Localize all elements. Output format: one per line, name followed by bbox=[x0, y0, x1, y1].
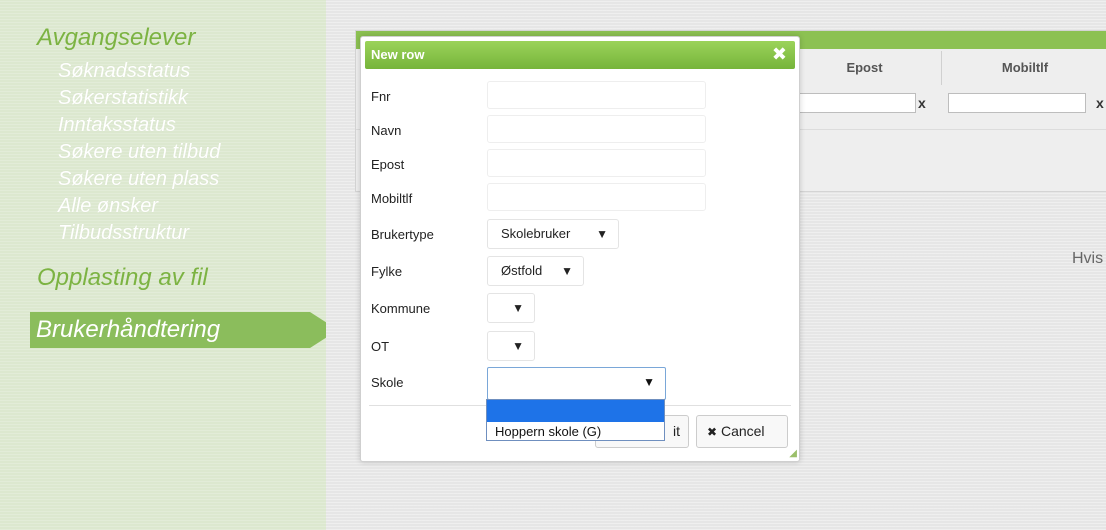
info-text-fragment: Hvis bbox=[1072, 250, 1104, 267]
cancel-button[interactable]: ✖ Cancel bbox=[696, 415, 788, 448]
close-icon[interactable]: ✖ bbox=[772, 44, 787, 65]
kommune-label: Kommune bbox=[371, 301, 431, 316]
fnr-label: Fnr bbox=[371, 89, 391, 104]
kommune-select[interactable]: ▼ bbox=[487, 293, 535, 323]
navn-input[interactable] bbox=[487, 115, 706, 143]
fylke-value: Østfold bbox=[501, 263, 543, 278]
nav-brukerhandtering-active[interactable]: Brukerhåndtering bbox=[30, 312, 310, 348]
epost-label: Epost bbox=[371, 157, 405, 172]
nav-alle-onsker[interactable]: Alle ønsker bbox=[58, 193, 220, 220]
fylke-select[interactable]: Østfold ▼ bbox=[487, 256, 584, 286]
cancel-x-icon: ✖ bbox=[707, 425, 718, 439]
nav-sokere-uten-plass[interactable]: Søkere uten plass bbox=[58, 166, 220, 193]
brukertype-select[interactable]: Skolebruker ▼ bbox=[487, 219, 619, 249]
nav-tilbudsstruktur[interactable]: Tilbudsstruktur bbox=[58, 220, 220, 247]
mobiltlf-label: Mobiltlf bbox=[371, 191, 413, 206]
navn-label: Navn bbox=[371, 123, 402, 138]
chevron-down-icon: ▼ bbox=[596, 227, 608, 241]
nav-sub-list: Søknadsstatus Søkerstatistikk Inntakssta… bbox=[58, 58, 220, 247]
sidebar: Avgangselever Søknadsstatus Søkerstatist… bbox=[0, 0, 338, 530]
skole-option-hoppern[interactable]: Hoppern skole (G) bbox=[495, 423, 601, 440]
nav-opplasting-av-fil[interactable]: Opplasting av fil bbox=[37, 264, 208, 292]
nav-sokerstatistikk[interactable]: Søkerstatistikk bbox=[58, 85, 220, 112]
nav-sokere-uten-tilbud[interactable]: Søkere uten tilbud bbox=[58, 139, 220, 166]
skole-option-empty[interactable] bbox=[487, 400, 664, 422]
skole-label: Skole bbox=[371, 375, 404, 390]
epost-filter-input[interactable] bbox=[796, 93, 916, 113]
chevron-down-icon: ▼ bbox=[561, 264, 573, 278]
skole-select[interactable]: ▼ bbox=[487, 367, 666, 400]
brukertype-label: Brukertype bbox=[371, 227, 434, 242]
chevron-down-icon: ▼ bbox=[643, 375, 655, 389]
ot-select[interactable]: ▼ bbox=[487, 331, 535, 361]
epost-filter-clear-icon[interactable]: x bbox=[918, 93, 926, 113]
mobiltlf-filter-clear-icon[interactable]: x bbox=[1096, 93, 1104, 113]
fylke-label: Fylke bbox=[371, 264, 403, 279]
dialog-titlebar[interactable]: New row ✖ bbox=[365, 41, 795, 69]
fnr-input[interactable] bbox=[487, 81, 706, 109]
resize-grip-icon[interactable]: ◢ bbox=[789, 448, 797, 459]
column-header-mobiltlf[interactable]: Mobiltlf bbox=[941, 51, 1106, 85]
submit-label: it bbox=[673, 423, 680, 439]
epost-input[interactable] bbox=[487, 149, 706, 177]
column-header-epost[interactable]: Epost bbox=[786, 51, 942, 85]
chevron-down-icon: ▼ bbox=[512, 339, 524, 353]
chevron-down-icon: ▼ bbox=[512, 301, 524, 315]
nav-soknadsstatus[interactable]: Søknadsstatus bbox=[58, 58, 220, 85]
mobiltlf-filter-input[interactable] bbox=[948, 93, 1086, 113]
skole-dropdown-list: Hoppern skole (G) bbox=[486, 399, 665, 441]
ot-label: OT bbox=[371, 339, 390, 354]
brukertype-value: Skolebruker bbox=[501, 226, 571, 241]
cancel-label: Cancel bbox=[720, 423, 765, 439]
mobiltlf-input[interactable] bbox=[487, 183, 706, 211]
nav-avgangselever[interactable]: Avgangselever bbox=[37, 24, 195, 52]
nav-inntaksstatus[interactable]: Inntaksstatus bbox=[58, 112, 220, 139]
dialog-title: New row bbox=[371, 47, 425, 62]
